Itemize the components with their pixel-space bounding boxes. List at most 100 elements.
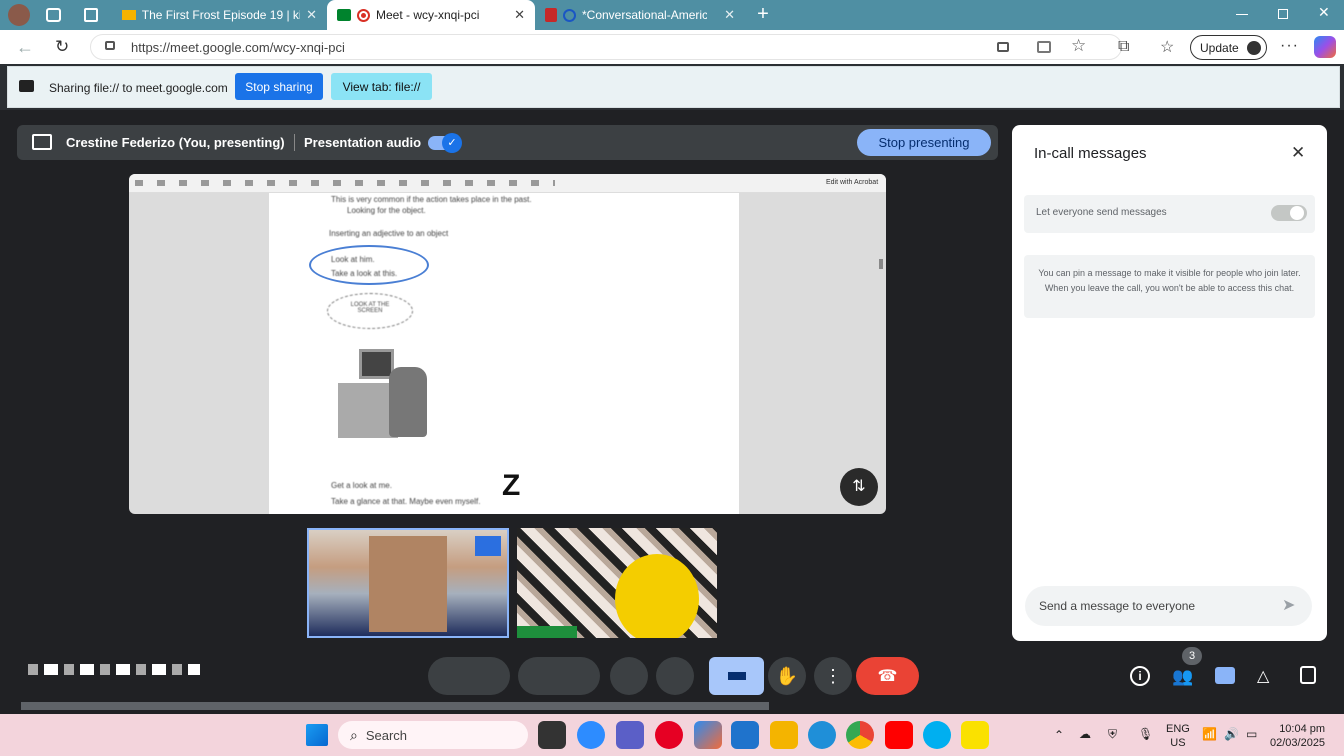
messages-toggle[interactable] <box>1271 205 1307 221</box>
pdf-line-2: Looking for the object. <box>347 206 426 215</box>
chat-info-text: You can pin a message to make it visible… <box>1038 268 1301 293</box>
raise-hand-button[interactable]: ✋ <box>768 657 806 695</box>
microphone-icon[interactable]: 🎙 <box>1138 727 1153 741</box>
emoji-button[interactable] <box>656 657 694 695</box>
show-hidden-icons[interactable]: ⌃ <box>1054 728 1064 742</box>
pdf-scrollbar[interactable] <box>879 259 883 269</box>
presenting-bar: Crestine Federizo (You, presenting) Pres… <box>17 125 998 160</box>
speech-bubble: LOOK AT THE SCREEN <box>327 293 413 329</box>
stop-presenting-button[interactable]: Stop presenting <box>857 129 991 156</box>
volume-icon[interactable]: 🔊 <box>1224 727 1239 741</box>
new-tab-button[interactable]: + <box>752 3 774 25</box>
start-windows-icon[interactable] <box>306 724 328 746</box>
check-icon: ✓ <box>442 133 462 153</box>
share-text: Sharing file:// to meet.google.com <box>49 81 228 95</box>
lang-code: ENG <box>1166 723 1190 735</box>
presentation-audio-label: Presentation audio <box>304 135 422 150</box>
update-button[interactable]: Update <box>1190 35 1267 60</box>
language-indicator[interactable]: ENG US <box>1166 722 1190 750</box>
extensions-icon[interactable]: ⧉ <box>1118 38 1129 56</box>
pdf-tools-icons <box>135 180 555 186</box>
chat-title: In-call messages <box>1034 145 1147 162</box>
defender-icon[interactable]: ⛨ <box>1108 727 1117 742</box>
camera-icon[interactable] <box>997 42 1009 52</box>
participant-tile-other[interactable] <box>517 528 717 638</box>
time: 10:04 pm <box>1279 723 1326 735</box>
chat-button[interactable] <box>1215 667 1235 684</box>
microphone-button[interactable] <box>428 657 510 695</box>
lock-icon <box>105 41 115 50</box>
pdf-line-3: Inserting an adjective to an object <box>329 229 449 238</box>
file-explorer-icon[interactable] <box>770 721 798 749</box>
clock[interactable]: 10:04 pm 02/03/2025 <box>1270 722 1325 750</box>
window-blue <box>475 536 501 556</box>
activities-button[interactable]: △ <box>1257 666 1269 686</box>
minimize-button[interactable] <box>1236 14 1248 15</box>
view-tab-button[interactable]: View tab: file:// <box>331 73 432 100</box>
end-call-icon: ☎ <box>877 668 898 685</box>
screen-share-icon <box>19 80 34 92</box>
skype-icon[interactable] <box>923 721 951 749</box>
send-icon[interactable]: ➤ <box>1282 595 1295 615</box>
favorite-star-icon[interactable]: ☆ <box>1071 36 1086 56</box>
youtube-icon[interactable] <box>885 721 913 749</box>
chat-info-box: You can pin a message to make it visible… <box>1024 255 1315 318</box>
tab-pdf[interactable]: *Conversational-American-E ✕ <box>535 0 745 30</box>
url-text: https://meet.google.com/wcy-xnqi-pci <box>131 40 345 55</box>
participants-count-badge: 3 <box>1182 647 1202 665</box>
more-options-button[interactable]: ⋮ <box>814 657 852 695</box>
region-code: US <box>1170 737 1186 749</box>
presentation-audio-toggle[interactable]: ✓ <box>428 133 462 153</box>
favorites-icon[interactable]: ☆ <box>1160 37 1174 57</box>
taskbar-search[interactable]: ⌕ Search <box>338 721 528 749</box>
maximize-button[interactable] <box>1278 9 1288 19</box>
zoom-icon[interactable] <box>577 721 605 749</box>
host-controls-button[interactable] <box>1300 666 1316 684</box>
present-button[interactable] <box>709 657 764 695</box>
captions-button[interactable] <box>610 657 648 695</box>
participant-tile-self[interactable] <box>307 528 509 638</box>
close-window-button[interactable]: ✕ <box>1318 4 1330 21</box>
task-view-icon[interactable] <box>538 721 566 749</box>
chat-input[interactable]: Send a message to everyone ➤ <box>1025 586 1312 626</box>
copilot-app-icon[interactable] <box>694 721 722 749</box>
pinterest-icon[interactable] <box>655 721 683 749</box>
address-bar[interactable]: https://meet.google.com/wcy-xnqi-pci ☆ <box>90 34 1122 60</box>
profile-avatar[interactable] <box>8 4 30 26</box>
close-icon[interactable]: ✕ <box>306 7 317 23</box>
screen-share-icon[interactable] <box>1037 41 1051 53</box>
camera-button[interactable] <box>518 657 600 695</box>
tab-meet[interactable]: Meet - wcy-xnqi-pci ✕ <box>327 0 535 30</box>
edge-icon[interactable] <box>808 721 836 749</box>
close-icon[interactable]: ✕ <box>724 7 735 23</box>
wifi-icon[interactable]: 📶 <box>1202 727 1217 741</box>
workspaces-icon[interactable] <box>46 8 61 22</box>
copilot-icon[interactable] <box>1314 36 1336 58</box>
edit-with-acrobat-button[interactable]: Edit with Acrobat <box>826 179 878 186</box>
refresh-button[interactable]: ↻ <box>55 37 69 57</box>
close-icon[interactable]: ✕ <box>514 7 525 23</box>
swap-layout-button[interactable]: ⇅ <box>840 468 878 506</box>
chrome-icon[interactable] <box>846 721 874 749</box>
stop-sharing-button[interactable]: Stop sharing <box>235 73 323 100</box>
horizontal-scrollbar[interactable] <box>21 702 769 710</box>
present-icon <box>32 134 52 150</box>
sleeping-z-icon: Z <box>502 469 521 502</box>
tab-kisskh[interactable]: The First Frost Episode 19 | kisskh ✕ <box>112 0 327 30</box>
teams-icon[interactable] <box>616 721 644 749</box>
onedrive-icon[interactable]: ☁ <box>1079 727 1091 741</box>
meeting-info-button[interactable]: i <box>1130 666 1150 686</box>
speech-bubble-highlighted: Look at him. Take a look at this. <box>309 245 429 285</box>
activities-icon: △ <box>1257 668 1270 685</box>
back-button[interactable]: ← <box>16 37 34 58</box>
battery-icon[interactable]: ▭ <box>1246 727 1257 741</box>
kakaotalk-icon[interactable] <box>961 721 989 749</box>
leave-call-button[interactable]: ☎ <box>856 657 919 695</box>
settings-more-icon[interactable]: ··· <box>1280 37 1299 55</box>
store-icon[interactable] <box>731 721 759 749</box>
tab-actions-icon[interactable] <box>84 8 98 22</box>
shared-tab-icon <box>563 8 576 22</box>
close-chat-button[interactable]: ✕ <box>1291 143 1305 163</box>
toggle-label: Let everyone send messages <box>1036 207 1167 218</box>
people-button[interactable]: 👥 <box>1172 667 1194 686</box>
